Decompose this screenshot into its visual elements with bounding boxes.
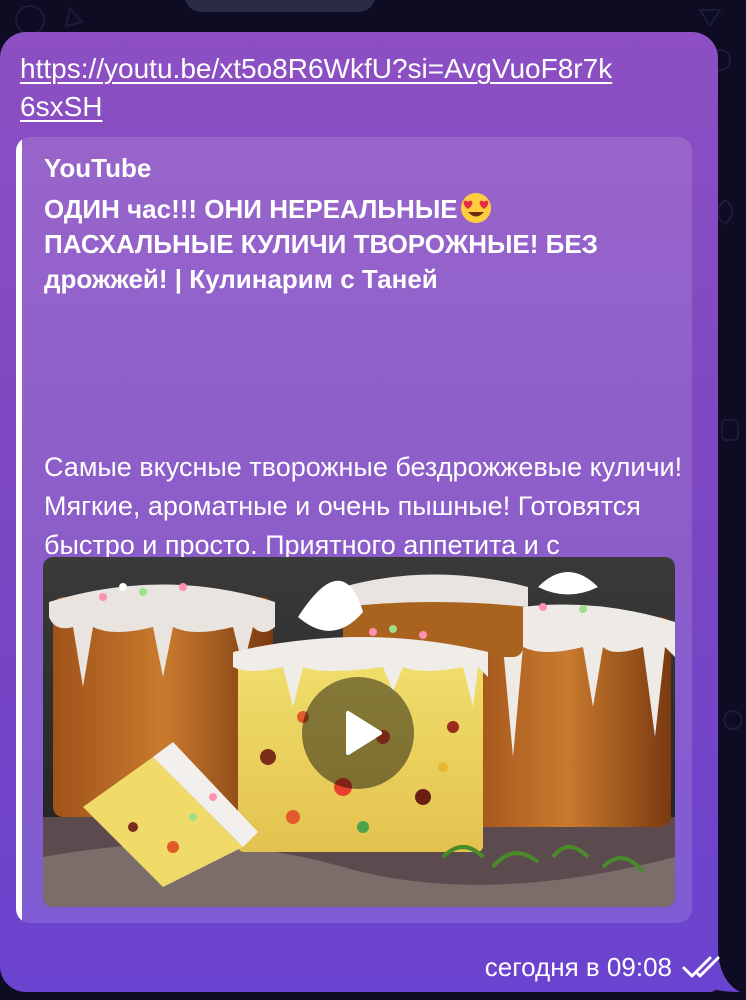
- youtube-link[interactable]: https://youtu.be/xt5o8R6WkfU?si=AvgVuoF8…: [20, 50, 620, 126]
- video-thumbnail[interactable]: [43, 557, 675, 907]
- date-pill: [185, 0, 375, 12]
- play-icon: [346, 711, 382, 755]
- preview-title: ОДИН час!!! ОНИ НЕРЕАЛЬНЫЕ ПАСХАЛЬНЫЕ КУ…: [44, 192, 684, 297]
- preview-title-part1: ОДИН час!!! ОНИ НЕРЕАЛЬНЫЕ: [44, 194, 458, 224]
- preview-title-part2: ПАСХАЛЬНЫЕ КУЛИЧИ ТВОРОЖНЫЕ! БЕЗ дрожжей…: [44, 229, 598, 294]
- heart-eyes-emoji-icon: [460, 192, 492, 224]
- preview-accent-bar: [16, 137, 22, 923]
- play-button[interactable]: [302, 677, 414, 789]
- double-check-icon: [682, 956, 720, 978]
- message-time: сегодня в 09:08: [484, 952, 672, 982]
- link-preview-card[interactable]: YouTube ОДИН час!!! ОНИ НЕРЕАЛЬНЫЕ ПАСХА…: [16, 137, 692, 923]
- message-meta: сегодня в 09:08: [485, 950, 728, 984]
- preview-site-name: YouTube: [44, 153, 152, 183]
